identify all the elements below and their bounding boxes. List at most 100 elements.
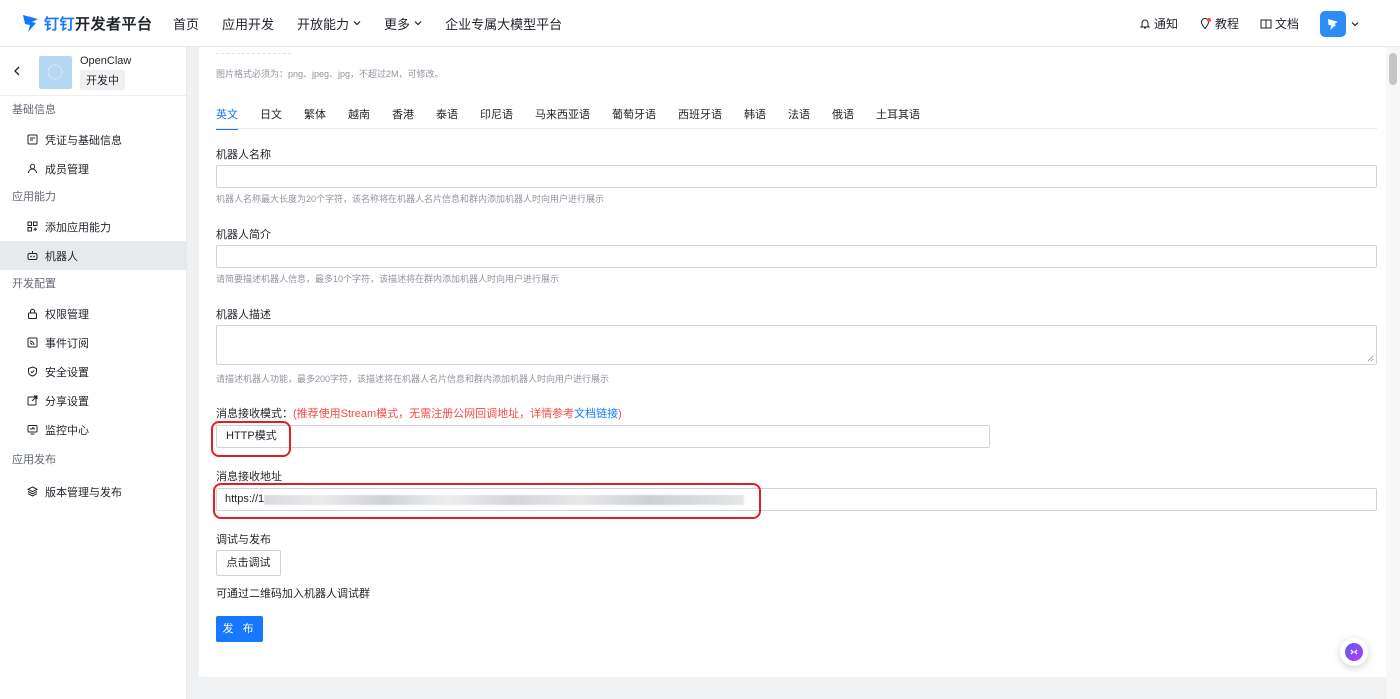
- tab-hongkong[interactable]: 香港: [392, 105, 414, 129]
- monitor-icon: [27, 425, 38, 435]
- tab-indonesian[interactable]: 印尼语: [480, 105, 513, 129]
- bell-icon: [1139, 19, 1151, 28]
- back-arrow-icon[interactable]: [12, 66, 22, 76]
- nav-open-capability[interactable]: 开放能力: [297, 14, 361, 33]
- app-logo-icon: [47, 64, 63, 80]
- msg-mode-label: 消息接收模式：(推荐使用Stream模式，无需注册公网回调地址，详情参考文档链接…: [216, 405, 622, 421]
- tutorial-button[interactable]: 教程: [1199, 15, 1239, 32]
- chevron-down-icon: [1351, 21, 1359, 26]
- scrollbar-thumb[interactable]: [1389, 53, 1397, 85]
- msg-mode-note-close: ): [618, 408, 622, 420]
- nav-home[interactable]: 首页: [173, 14, 199, 33]
- debug-button[interactable]: 点击调试: [216, 550, 281, 576]
- logo-text: 钉钉开发者平台: [44, 13, 153, 34]
- cut-off-upload-box: [216, 53, 291, 54]
- top-nav: 首页 应用开发 开放能力 更多 企业专属大模型平台: [173, 14, 585, 33]
- doc-link[interactable]: 文档链接: [574, 408, 618, 420]
- tutorial-label: 教程: [1214, 17, 1239, 31]
- sidebar-item-permissions[interactable]: 权限管理: [0, 299, 186, 328]
- sidebar-item-label: 机器人: [45, 250, 78, 263]
- nav-llm-platform-label: 企业专属大模型平台: [445, 16, 563, 32]
- sidebar-item-security[interactable]: 安全设置: [0, 357, 186, 386]
- assistant-icon: [1345, 643, 1363, 661]
- assistant-button[interactable]: [1340, 638, 1368, 666]
- user-menu[interactable]: [1320, 10, 1359, 37]
- dingtalk-logo[interactable]: 钉钉开发者平台: [22, 13, 162, 34]
- tab-korean[interactable]: 韩语: [744, 105, 766, 129]
- nav-home-label: 首页: [173, 16, 200, 32]
- sidebar-group-capability: 应用能力: [12, 191, 56, 203]
- resize-handle-icon[interactable]: [1367, 355, 1374, 362]
- msg-mode-note: (推荐使用Stream模式，无需注册公网回调地址，详情参考: [293, 408, 575, 420]
- sidebar: OpenClaw 开发中 基础信息 凭证与基础信息 成员管理 应用能力 添加应用…: [0, 47, 187, 699]
- sidebar-item-label: 版本管理与发布: [45, 486, 122, 499]
- tab-vietnam[interactable]: 越南: [348, 105, 370, 129]
- lock-icon: [28, 308, 37, 319]
- status-badge: 开发中: [80, 70, 125, 90]
- tab-french[interactable]: 法语: [788, 105, 810, 129]
- app-card: OpenClaw 开发中: [0, 47, 186, 96]
- sidebar-item-credentials[interactable]: 凭证与基础信息: [0, 125, 186, 154]
- credential-icon: [27, 134, 38, 145]
- sidebar-item-label: 凭证与基础信息: [45, 134, 122, 147]
- msg-mode-select[interactable]: HTTP模式: [216, 425, 990, 448]
- notify-label: 通知: [1153, 17, 1178, 31]
- debug-label: 调试与发布: [216, 534, 271, 546]
- robot-icon: [27, 251, 38, 260]
- tutorial-icon: [1200, 17, 1211, 30]
- top-header: 钉钉开发者平台 首页 应用开发 开放能力 更多 企业专属大模型平台 通知 教程 …: [0, 0, 1400, 47]
- robot-name-label: 机器人名称: [216, 149, 271, 161]
- tab-turkish[interactable]: 土耳其语: [876, 105, 920, 129]
- sidebar-item-label: 成员管理: [45, 163, 89, 176]
- robot-intro-input[interactable]: [216, 245, 1377, 268]
- tab-thai[interactable]: 泰语: [436, 105, 458, 129]
- sidebar-item-members[interactable]: 成员管理: [0, 154, 186, 183]
- robot-name-input[interactable]: [216, 165, 1377, 188]
- sidebar-item-add-capability[interactable]: 添加应用能力: [0, 212, 186, 241]
- docs-button[interactable]: 文档: [1260, 15, 1299, 32]
- nav-app-dev[interactable]: 应用开发: [222, 14, 274, 33]
- highlight-ring-url: [213, 483, 761, 519]
- sidebar-item-label: 权限管理: [45, 308, 89, 321]
- sidebar-group-dev-config: 开发配置: [12, 278, 56, 290]
- highlight-ring-mode: [211, 421, 291, 457]
- tab-malay[interactable]: 马来西亚语: [535, 105, 590, 129]
- robot-name-hint: 机器人名称最大长度为20个字符，该名称将在机器人名片信息和群内添加机器人时向用户…: [216, 194, 605, 204]
- dingtalk-avatar-icon: [1328, 18, 1338, 30]
- sidebar-item-robot[interactable]: 机器人: [0, 241, 186, 270]
- msg-url-label: 消息接收地址: [216, 471, 282, 483]
- sidebar-group-release: 应用发布: [12, 454, 56, 466]
- tab-portuguese[interactable]: 葡萄牙语: [612, 105, 656, 129]
- sidebar-item-share[interactable]: 分享设置: [0, 386, 186, 415]
- nav-more[interactable]: 更多: [384, 14, 422, 33]
- sidebar-item-versions[interactable]: 版本管理与发布: [0, 477, 186, 506]
- tab-spanish[interactable]: 西班牙语: [678, 105, 722, 129]
- tab-japanese[interactable]: 日文: [260, 105, 282, 129]
- sidebar-item-monitor[interactable]: 监控中心: [0, 415, 186, 444]
- app-thumbnail: [39, 56, 72, 89]
- tab-russian[interactable]: 俄语: [832, 105, 854, 129]
- nav-app-dev-label: 应用开发: [222, 16, 275, 32]
- docs-label: 文档: [1274, 17, 1299, 31]
- publish-button[interactable]: 发 布: [216, 616, 263, 642]
- add-capability-icon: [27, 221, 38, 232]
- robot-desc-textarea[interactable]: [216, 325, 1377, 365]
- nav-more-label: 更多: [384, 16, 411, 32]
- sidebar-item-label: 安全设置: [45, 366, 89, 379]
- chevron-down-icon: [353, 21, 361, 26]
- header-actions: 通知 教程 文档: [1139, 0, 1400, 47]
- avatar: [1320, 10, 1346, 37]
- member-icon: [28, 163, 37, 174]
- nav-llm-platform[interactable]: 企业专属大模型平台: [445, 14, 562, 33]
- tab-traditional[interactable]: 繁体: [304, 105, 326, 129]
- scrollbar-track[interactable]: [1386, 47, 1400, 699]
- robot-intro-hint: 请简要描述机器人信息，最多10个字符，该描述将在群内添加机器人时向用户进行展示: [216, 274, 560, 284]
- notify-button[interactable]: 通知: [1139, 15, 1178, 32]
- sidebar-item-label: 事件订阅: [45, 337, 89, 350]
- nav-open-capability-label: 开放能力: [297, 16, 350, 32]
- tab-divider: [216, 128, 1377, 129]
- tab-english[interactable]: 英文: [216, 105, 238, 130]
- event-icon: [27, 337, 38, 348]
- robot-desc-hint: 请描述机器人功能，最多200字符，该描述将在机器人名片信息和群内添加机器人时向用…: [216, 374, 610, 384]
- sidebar-item-events[interactable]: 事件订阅: [0, 328, 186, 357]
